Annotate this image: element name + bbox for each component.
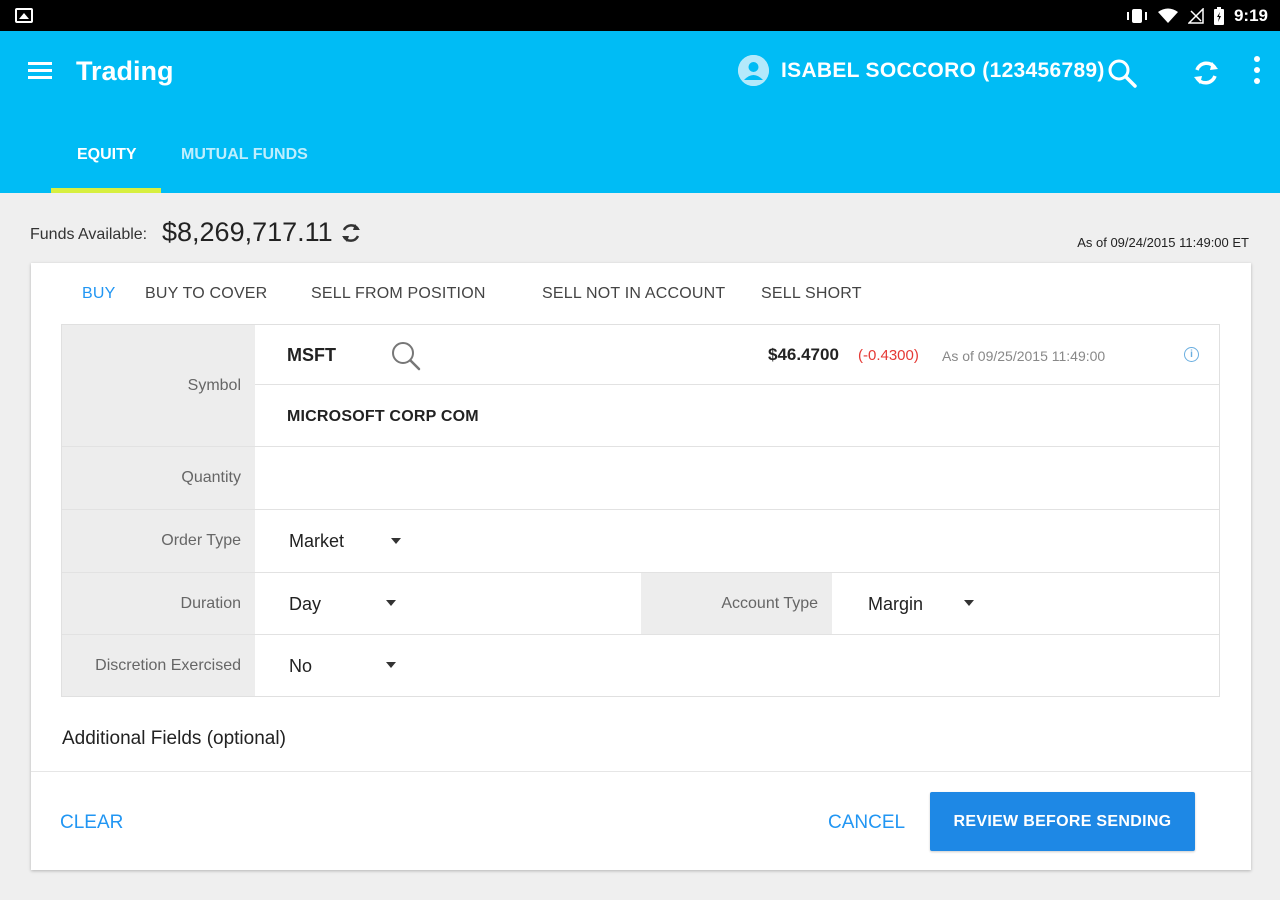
status-icons: 9:19 xyxy=(1126,5,1268,27)
symbol-label: Symbol xyxy=(62,325,255,446)
cancel-button[interactable]: CANCEL xyxy=(828,812,905,834)
quote-as-of: As of 09/25/2015 11:49:00 xyxy=(942,348,1106,364)
wifi-icon xyxy=(1157,8,1178,23)
divider xyxy=(31,771,1251,772)
quote-change: (-0.4300) xyxy=(858,347,919,364)
quantity-label: Quantity xyxy=(62,447,255,509)
info-icon[interactable]: i xyxy=(1184,347,1199,362)
funds-refresh-icon[interactable] xyxy=(338,220,364,246)
tab-mutual-funds[interactable]: MUTUAL FUNDS xyxy=(181,146,308,164)
active-tab-indicator xyxy=(51,188,161,193)
symbol-search-icon[interactable] xyxy=(389,339,423,373)
funds-as-of: As of 09/24/2015 11:49:00 ET xyxy=(1077,235,1249,250)
divider xyxy=(255,384,1219,385)
image-notification-icon xyxy=(15,8,33,23)
quote-price: $46.4700 xyxy=(768,345,839,364)
divider xyxy=(62,509,1219,510)
divider xyxy=(62,634,1219,635)
chevron-down-icon[interactable] xyxy=(391,538,401,544)
app-bar xyxy=(0,31,1280,193)
menu-icon[interactable] xyxy=(28,62,52,80)
clear-button[interactable]: CLEAR xyxy=(60,812,123,834)
duration-select[interactable]: Day xyxy=(289,594,321,615)
order-tab-buy[interactable]: BUY xyxy=(82,285,116,303)
order-tab-sell-not-in-account[interactable]: SELL NOT IN ACCOUNT xyxy=(542,285,725,303)
order-tab-sell-short[interactable]: SELL SHORT xyxy=(761,285,862,303)
additional-fields-toggle[interactable]: Additional Fields (optional) xyxy=(62,728,286,750)
battery-icon xyxy=(1213,7,1224,25)
discretion-label: Discretion Exercised xyxy=(62,635,255,696)
chevron-down-icon[interactable] xyxy=(964,600,974,606)
chevron-down-icon[interactable] xyxy=(386,600,396,606)
symbol-input[interactable]: MSFT xyxy=(287,345,336,366)
account-type-label: Account Type xyxy=(641,573,832,634)
chevron-down-icon[interactable] xyxy=(386,662,396,668)
quantity-input[interactable] xyxy=(289,469,1189,493)
company-name: MICROSOFT CORP COM xyxy=(287,408,479,425)
status-bar: 9:19 xyxy=(0,0,1280,31)
review-before-sending-button[interactable]: REVIEW BEFORE SENDING xyxy=(930,792,1195,851)
more-options-icon[interactable] xyxy=(1251,56,1263,90)
vibrate-icon xyxy=(1126,9,1147,23)
order-tab-sell-from-position[interactable]: SELL FROM POSITION xyxy=(311,285,486,303)
divider xyxy=(62,572,1219,573)
order-tab-buy-to-cover[interactable]: BUY TO COVER xyxy=(145,285,267,303)
funds-available-value: $8,269,717.11 xyxy=(162,217,333,247)
tab-equity[interactable]: EQUITY xyxy=(77,146,137,164)
app-title: Trading xyxy=(76,56,174,86)
account-type-select[interactable]: Margin xyxy=(868,594,923,615)
order-type-select[interactable]: Market xyxy=(289,531,344,552)
funds-available-label: Funds Available: xyxy=(30,226,148,243)
order-type-label: Order Type xyxy=(62,510,255,572)
user-account-name[interactable]: ISABEL SOCCORO (123456789) xyxy=(781,59,1105,83)
divider xyxy=(62,446,1219,447)
search-icon[interactable] xyxy=(1106,57,1138,89)
status-time: 9:19 xyxy=(1233,6,1268,25)
refresh-icon[interactable] xyxy=(1190,57,1222,89)
discretion-select[interactable]: No xyxy=(289,656,312,677)
duration-label: Duration xyxy=(62,573,255,634)
user-avatar-icon[interactable] xyxy=(738,55,769,86)
no-signal-icon xyxy=(1187,8,1204,24)
